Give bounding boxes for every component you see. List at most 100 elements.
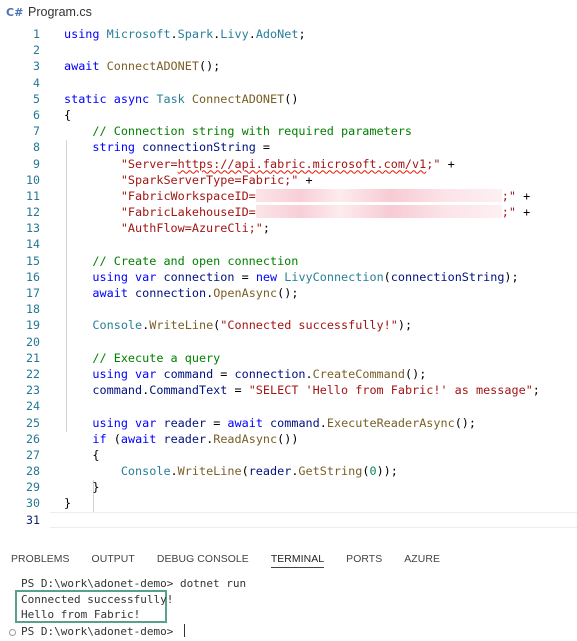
code-token: .	[305, 366, 313, 381]
terminal-cursor	[183, 624, 185, 637]
line-number: 20	[26, 334, 40, 349]
line-number: 29	[26, 480, 40, 495]
code-token: }	[64, 496, 72, 511]
code-token: =	[206, 415, 228, 430]
code-line: 26 if (await reader.ReadAsync())	[0, 431, 577, 447]
tab-ports[interactable]: PORTS	[335, 548, 393, 574]
code-line: 25 using var reader = await command.Exec…	[0, 415, 577, 431]
code-token: connection	[234, 366, 306, 381]
vscode-window: C# Program.cs 1 using Microsoft.Spark.Liv…	[0, 0, 577, 641]
code-token: Task	[156, 91, 185, 106]
line-number: 6	[33, 107, 40, 122]
code-text: using var connection = new LivyConnectio…	[64, 269, 518, 285]
code-token: ())	[277, 431, 299, 446]
code-token: CreateCommand	[312, 366, 405, 381]
code-token: "FabricWorkspaceID=	[120, 188, 256, 203]
line-number: 26	[26, 431, 40, 446]
code-line: 7 // Connection string with required par…	[0, 123, 577, 139]
code-line: 30}	[0, 495, 577, 511]
code-token: }	[64, 480, 100, 495]
tab-output[interactable]: OUTPUT	[81, 548, 146, 574]
code-text: Console.WriteLine("Connected successfull…	[64, 317, 412, 333]
panel-tab-label: AZURE	[404, 554, 440, 565]
line-number: 17	[26, 286, 40, 300]
panel-tab-label: DEBUG CONSOLE	[156, 554, 249, 565]
line-number: 18	[26, 302, 40, 317]
code-token: ExecuteReaderAsync	[326, 415, 455, 430]
code-line: 10 "SparkServerType=Fabric;" +	[0, 172, 577, 188]
code-token: using	[64, 27, 100, 41]
code-text: // Execute a query	[64, 350, 220, 366]
terminal-active-prompt[interactable]: PS D:\work\adonet-demo>	[21, 624, 185, 639]
line-number: 4	[33, 75, 40, 90]
code-token: "AuthFlow=AzureCli;"	[120, 221, 263, 236]
code-token: // Connection string with required param…	[92, 124, 413, 139]
code-token: reader	[163, 431, 207, 446]
tab-debug-console[interactable]: DEBUG CONSOLE	[146, 548, 260, 574]
code-token: OpenAsync	[213, 286, 278, 300]
code-line: 14	[0, 236, 577, 252]
code-line: 22 using var command = connection.Create…	[0, 366, 577, 382]
command-decoration-icon	[9, 629, 16, 636]
code-token: ;"	[501, 188, 516, 203]
code-token: .	[319, 415, 327, 430]
code-line: 27 {	[0, 447, 577, 463]
code-token: Console	[92, 318, 143, 333]
code-text: Console.WriteLine(reader.GetString(0));	[64, 463, 398, 479]
code-token: "SELECT 'Hello from Fabric!' as message"	[248, 383, 533, 398]
code-token: connection	[135, 286, 207, 300]
code-token: await	[64, 59, 100, 74]
code-line: 28 Console.WriteLine(reader.GetString(0)…	[0, 463, 577, 479]
tab-azure[interactable]: AZURE	[393, 548, 451, 574]
code-line: 4	[0, 75, 577, 91]
code-text: "FabricWorkspaceID= ;" +	[64, 188, 530, 204]
code-line: 9 "Server=https://api.fabric.microsoft.c…	[0, 156, 577, 172]
code-token: Spark	[177, 27, 214, 41]
panel-tab-bar: PROBLEMS OUTPUT DEBUG CONSOLE TERMINAL PORTS…	[0, 548, 577, 574]
code-editor[interactable]: 1 using Microsoft.Spark.Livy.AdoNet; 2 3 awa…	[0, 26, 577, 542]
line-number: 23	[26, 383, 40, 398]
code-text: // Connection string with required param…	[64, 123, 412, 139]
line-number: 31	[26, 512, 40, 527]
code-token: ;	[298, 27, 306, 41]
editor-tab-bar: C# Program.cs	[0, 0, 577, 24]
tab-terminal[interactable]: TERMINAL	[260, 548, 335, 574]
line-number: 7	[33, 124, 40, 139]
code-text: "FabricLakehouseID= ;" +	[64, 204, 530, 220]
code-token: ConnectADONET	[191, 91, 285, 106]
code-token: ConnectADONET	[106, 59, 199, 74]
code-text: await connection.OpenAsync();	[64, 285, 298, 301]
code-token: +	[516, 188, 531, 203]
tab-program-cs[interactable]: C# Program.cs	[0, 0, 102, 24]
line-number: 3	[33, 59, 40, 74]
code-token: // Execute a query	[92, 350, 221, 365]
code-token: =	[234, 269, 256, 284]
code-token: var	[135, 415, 157, 430]
code-token: connection	[163, 269, 235, 284]
terminal-prompt-line: PS D:\work\adonet-demo> dotnet run	[21, 577, 247, 590]
code-token: using	[92, 366, 128, 381]
code-token: connectionString	[142, 140, 256, 155]
code-token: ()	[284, 91, 299, 106]
code-token: {	[64, 447, 100, 462]
code-token: ;	[262, 221, 270, 236]
code-line: 18	[0, 301, 577, 317]
terminal-view[interactable]: PS D:\work\adonet-demo> dotnet run Conne…	[0, 574, 577, 641]
code-line: 12 "FabricLakehouseID= ;" +	[0, 204, 577, 220]
code-text: // Create and open connection	[64, 253, 298, 269]
tab-problems[interactable]: PROBLEMS	[0, 548, 81, 574]
csharp-file-icon: C#	[6, 5, 24, 19]
code-token: // Create and open connection	[92, 253, 299, 268]
